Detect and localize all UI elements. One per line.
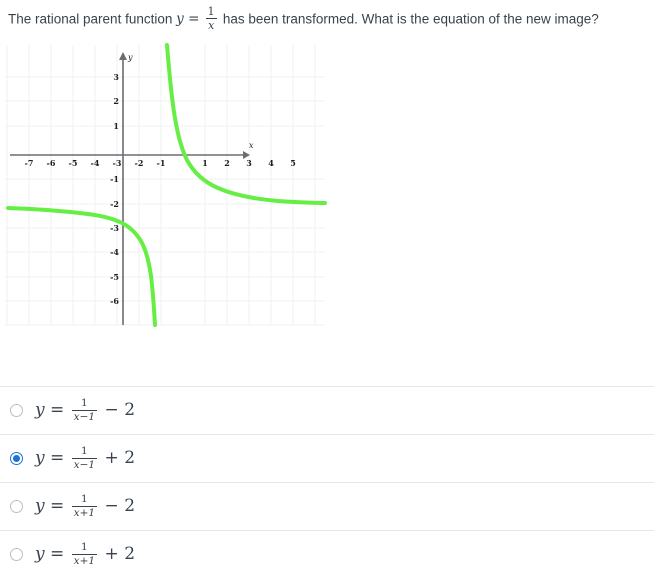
answer-label-d: y = 1 x+1 + 2 [35, 540, 136, 567]
inline-fraction: 1 x [205, 5, 217, 32]
svg-text:-4: -4 [91, 158, 100, 168]
answer-options-list: y = 1 x−1 − 2 y = 1 x−1 + 2 y = 1 x+1 − … [0, 386, 654, 578]
question-inline-equation: y = 1 x [176, 6, 223, 32]
svg-text:-6: -6 [47, 158, 56, 168]
fraction-denominator: x [205, 18, 217, 32]
answer-a-lhs: y [35, 399, 45, 420]
svg-text:-2: -2 [110, 199, 119, 209]
answer-a-constant: 2 [124, 399, 136, 420]
svg-text:-1: -1 [110, 174, 119, 184]
answer-b-sign: + [104, 447, 119, 468]
equation-lhs: y [176, 11, 184, 28]
graph-figure: x y -7 -6 -5 -4 -3 -2 -1 1 2 3 4 5 3 2 1… [0, 40, 330, 330]
answer-d-fraction: 1 x+1 [71, 540, 98, 567]
svg-text:-1: -1 [157, 158, 166, 168]
answer-d-lhs: y [35, 543, 45, 564]
answer-b-constant: 2 [124, 447, 136, 468]
svg-text:-7: -7 [25, 158, 34, 168]
y-axis-label: y [127, 53, 133, 62]
coordinate-plane-graph: x y -7 -6 -5 -4 -3 -2 -1 1 2 3 4 5 3 2 1… [5, 43, 327, 328]
svg-text:2: 2 [224, 158, 230, 168]
svg-text:1: 1 [113, 121, 119, 131]
answer-option-b[interactable]: y = 1 x−1 + 2 [0, 434, 654, 482]
svg-text:-3: -3 [113, 158, 122, 168]
answer-option-c[interactable]: y = 1 x+1 − 2 [0, 482, 654, 530]
svg-text:1: 1 [202, 158, 208, 168]
answer-c-constant: 2 [124, 495, 136, 516]
svg-text:-3: -3 [110, 223, 119, 233]
y-axis [119, 52, 127, 326]
fraction-numerator: 1 [207, 5, 215, 18]
svg-text:-5: -5 [110, 272, 119, 282]
answer-d-equals: = [50, 543, 65, 564]
answer-c-fraction: 1 x+1 [71, 492, 98, 519]
answer-a-numerator: 1 [81, 396, 88, 409]
answer-c-denominator: x+1 [71, 506, 98, 519]
answer-d-denominator: x+1 [71, 554, 98, 567]
answer-c-lhs: y [35, 495, 45, 516]
answer-label-b: y = 1 x−1 + 2 [35, 444, 136, 471]
radio-button-b[interactable] [10, 452, 23, 465]
question-text-before: The rational parent function [8, 11, 173, 27]
answer-b-equals: = [50, 447, 65, 468]
grid-lines [5, 45, 325, 326]
answer-b-numerator: 1 [81, 444, 88, 457]
answer-a-sign: − [104, 399, 119, 420]
answer-d-numerator: 1 [81, 540, 88, 553]
radio-button-a[interactable] [10, 404, 23, 417]
answer-c-sign: − [104, 495, 119, 516]
answer-a-equals: = [50, 399, 65, 420]
radio-button-d[interactable] [10, 548, 23, 561]
answer-c-numerator: 1 [81, 492, 88, 505]
svg-text:2: 2 [113, 96, 119, 106]
svg-text:-5: -5 [69, 158, 78, 168]
answer-b-fraction: 1 x−1 [71, 444, 98, 471]
question-text-after: has been transformed. What is the equati… [222, 11, 599, 27]
answer-b-denominator: x−1 [71, 458, 98, 471]
radio-button-c[interactable] [10, 500, 23, 513]
answer-a-denominator: x−1 [71, 410, 98, 423]
x-tick-labels: -7 -6 -5 -4 -3 -2 -1 1 2 3 4 5 [25, 158, 296, 168]
svg-text:3: 3 [113, 72, 119, 82]
svg-text:-4: -4 [110, 247, 119, 257]
answer-c-equals: = [50, 495, 65, 516]
y-tick-labels: 3 2 1 -1 -2 -3 -4 -5 -6 [110, 72, 119, 306]
svg-text:-2: -2 [135, 158, 144, 168]
x-axis-label: x [249, 141, 254, 150]
answer-d-constant: 2 [124, 543, 136, 564]
answer-a-fraction: 1 x−1 [71, 396, 98, 423]
answer-label-a: y = 1 x−1 − 2 [35, 396, 136, 423]
answer-option-a[interactable]: y = 1 x−1 − 2 [0, 386, 654, 434]
equation-equals: = [188, 11, 200, 28]
svg-text:5: 5 [290, 158, 296, 168]
question-stem: The rational parent function y = 1 x has… [0, 0, 654, 32]
curve-left-branch [6, 206, 157, 328]
svg-text:4: 4 [268, 158, 274, 168]
svg-text:-6: -6 [110, 296, 119, 306]
answer-option-d[interactable]: y = 1 x+1 + 2 [0, 530, 654, 578]
answer-label-c: y = 1 x+1 − 2 [35, 492, 136, 519]
svg-text:3: 3 [246, 158, 252, 168]
answer-d-sign: + [104, 543, 119, 564]
answer-b-lhs: y [35, 447, 45, 468]
